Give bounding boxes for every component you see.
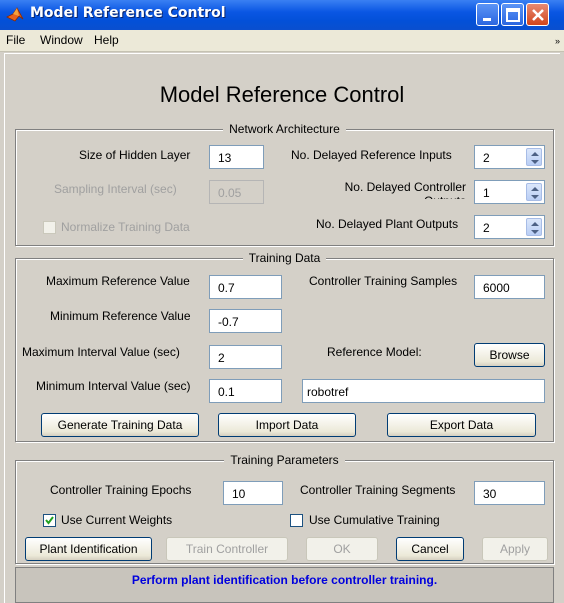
samples-label: Controller Training Samples xyxy=(309,274,458,288)
title-bar[interactable]: Model Reference Control xyxy=(0,0,564,30)
delayed-ctrl-outputs-spinner[interactable]: 1 xyxy=(474,180,545,204)
status-message: Perform plant identification before cont… xyxy=(15,567,554,603)
delayed-plant-outputs-label: No. Delayed Plant Outputs xyxy=(316,217,459,231)
ref-model-label: Reference Model: xyxy=(327,345,422,359)
minimize-button[interactable] xyxy=(476,3,499,26)
spin-arrows-icon[interactable] xyxy=(526,218,542,236)
normalize-checkbox[interactable] xyxy=(43,221,56,234)
delayed-plant-outputs-spinner[interactable]: 2 xyxy=(474,215,545,239)
checkmark-icon xyxy=(45,516,54,525)
ref-model-input[interactable]: robotref xyxy=(302,379,545,403)
menu-file[interactable]: File xyxy=(6,33,25,47)
hidden-layer-input[interactable]: 13 xyxy=(209,145,264,169)
min-ref-input[interactable]: -0.7 xyxy=(209,309,282,333)
browse-button[interactable]: Browse xyxy=(474,343,545,367)
epochs-label: Controller Training Epochs xyxy=(50,483,192,497)
network-architecture-title: Network Architecture xyxy=(223,122,346,136)
cumulative-label: Use Cumulative Training xyxy=(309,513,440,527)
menu-window[interactable]: Window xyxy=(40,33,83,47)
delayed-plant-outputs-value: 2 xyxy=(483,221,490,235)
cancel-button[interactable]: Cancel xyxy=(396,537,464,561)
import-data-button[interactable]: Import Data xyxy=(218,413,356,437)
page-title: Model Reference Control xyxy=(159,82,405,107)
training-data-title: Training Data xyxy=(242,251,327,265)
max-ref-label: Maximum Reference Value xyxy=(46,274,190,288)
sampling-interval-input[interactable]: 0.05 xyxy=(209,180,264,204)
menu-help[interactable]: Help xyxy=(94,33,119,47)
epochs-input[interactable]: 10 xyxy=(223,481,283,505)
matlab-icon xyxy=(6,7,24,22)
delayed-ref-inputs-spinner[interactable]: 2 xyxy=(474,145,545,169)
menu-overflow-icon[interactable]: » xyxy=(555,36,560,46)
delayed-ref-inputs-value: 2 xyxy=(483,151,490,165)
close-button[interactable] xyxy=(526,3,549,26)
close-icon xyxy=(532,9,544,21)
segments-input[interactable]: 30 xyxy=(474,481,545,505)
max-ref-input[interactable]: 0.7 xyxy=(209,275,282,299)
menu-bar: File Window Help » xyxy=(0,30,564,52)
hidden-layer-label: Size of Hidden Layer xyxy=(79,148,191,162)
sampling-interval-label: Sampling Interval (sec) xyxy=(54,182,177,196)
spin-arrows-icon[interactable] xyxy=(526,183,542,201)
ok-button[interactable]: OK xyxy=(306,537,378,561)
normalize-label: Normalize Training Data xyxy=(61,220,190,234)
samples-input[interactable]: 6000 xyxy=(474,275,545,299)
delayed-ref-inputs-label: No. Delayed Reference Inputs xyxy=(291,148,452,162)
maximize-button[interactable] xyxy=(501,3,524,26)
current-weights-checkbox[interactable] xyxy=(43,514,56,527)
max-interval-input[interactable]: 2 xyxy=(209,345,282,369)
apply-button[interactable]: Apply xyxy=(482,537,548,561)
export-data-button[interactable]: Export Data xyxy=(387,413,536,437)
maximize-icon xyxy=(506,8,520,22)
window-title: Model Reference Control xyxy=(30,5,226,21)
training-parameters-title: Training Parameters xyxy=(224,453,345,467)
max-interval-label: Maximum Interval Value (sec) xyxy=(22,345,180,359)
min-ref-label: Minimum Reference Value xyxy=(50,309,191,323)
cumulative-checkbox[interactable] xyxy=(290,514,303,527)
spin-arrows-icon[interactable] xyxy=(526,148,542,166)
minimize-icon xyxy=(483,18,491,21)
current-weights-label: Use Current Weights xyxy=(61,513,173,527)
train-controller-button[interactable]: Train Controller xyxy=(166,537,288,561)
plant-identification-button[interactable]: Plant Identification xyxy=(25,537,152,561)
generate-training-data-button[interactable]: Generate Training Data xyxy=(41,413,199,437)
segments-label: Controller Training Segments xyxy=(300,483,456,497)
delayed-ctrl-outputs-value: 1 xyxy=(483,186,490,200)
min-interval-label: Minimum Interval Value (sec) xyxy=(36,379,191,393)
delayed-ctrl-outputs-label: No. Delayed Controller Outputs xyxy=(344,180,466,199)
min-interval-input[interactable]: 0.1 xyxy=(209,379,282,403)
